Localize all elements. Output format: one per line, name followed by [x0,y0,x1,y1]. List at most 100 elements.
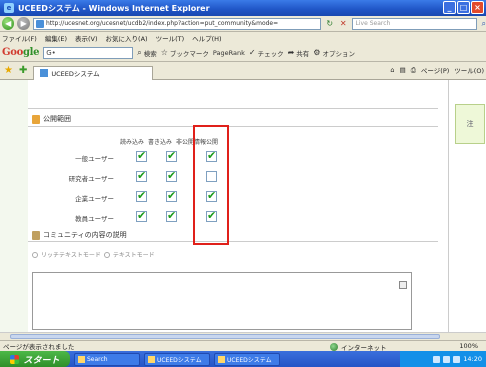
google-share-button[interactable]: ➦ 共有 [288,48,310,58]
minimize-button[interactable]: _ [443,1,456,14]
taskbar-item-label: Search [87,355,108,363]
google-bookmark-button[interactable]: ☆ ブックマーク [161,48,209,58]
window-titlebar: e UCEEDシステム - Windows Internet Explorer … [0,0,486,16]
google-options-button[interactable]: ⚙ オプション [313,48,355,58]
feed-icon[interactable]: ▤ [400,66,406,74]
menu-file[interactable]: ファイル(F) [2,33,37,43]
taskbar: スタート Search UCEEDシステム UCEEDシステム 14:20 [0,351,486,367]
menu-tools[interactable]: ツール(T) [156,33,185,43]
status-text: ページが表示されました [3,343,75,351]
tab-label: UCEEDシステム [51,70,100,78]
page-icon [40,69,49,77]
horizontal-scrollbar[interactable] [0,332,486,340]
page-menu[interactable]: ページ(P) [421,65,449,75]
google-search-input[interactable]: G• [43,46,134,59]
scrollbar-thumb[interactable] [10,334,440,339]
tray-icon[interactable] [443,355,451,363]
app-icon [78,355,85,363]
search-icon[interactable]: ⌕ [482,19,486,29]
taskbar-item-label: UCEEDシステム [157,356,202,364]
taskbar-item-uceed-1[interactable]: UCEEDシステム [144,352,210,366]
right-side-tab[interactable]: 注 [455,104,485,144]
community-title: コミュニティの内容の説明 [43,231,127,239]
row-label-general: 一般ユーザー [75,155,114,163]
ie-icon [218,355,225,363]
favorites-star-icon[interactable]: ★ [4,65,13,76]
checkbox-general-write[interactable] [166,149,177,162]
tray-icon[interactable] [453,355,461,363]
forward-button[interactable]: ▶ [17,17,30,30]
form-area: 公開範囲 読み込み 書き込み 非公開 情報公開 一般ユーザー 研究者ユーザー 企… [28,80,448,332]
taskbar-item-uceed-2[interactable]: UCEEDシステム [214,352,280,366]
command-bar: ⌂ ▤ ⎙ ページ(P) ツール(O) [390,65,484,76]
google-search-label: 検索 [143,49,157,58]
menu-view[interactable]: 表示(V) [75,33,98,43]
zoom-level[interactable]: 100% [459,342,478,350]
checkbox-company-read[interactable] [136,189,147,202]
refresh-icon[interactable]: ↻ [324,18,335,29]
row-label-company: 企業ユーザー [75,195,114,203]
maximize-button[interactable]: □ [457,1,470,14]
right-panel: 注 [448,80,486,332]
divider [28,108,438,109]
checkbox-teacher-write[interactable] [166,209,177,222]
back-button[interactable]: ◀ [2,17,15,30]
community-description-header: コミュニティの内容の説明 [32,230,127,240]
checkbox-general-read[interactable] [136,149,147,162]
col-header-write: 書き込み [148,139,173,146]
stop-icon[interactable]: ✕ [338,18,349,29]
checkbox-researcher-write[interactable] [166,169,177,182]
address-toolbar: ◀ ▶ http://ucesnet.org/ucesnet/ucdb2/ind… [0,16,486,32]
google-options-label: オプション [322,49,355,58]
menu-edit[interactable]: 編集(E) [45,33,67,43]
google-check-label: チェック [257,49,284,58]
tab-uceed[interactable]: UCEEDシステム [33,65,154,80]
google-pagerank-label: PageRank [212,48,245,57]
plain-text-label[interactable]: テキストモード [113,250,155,259]
plain-text-radio[interactable] [103,251,110,258]
menu-help[interactable]: ヘルプ(H) [192,33,221,43]
row-label-teacher: 教員ユーザー [75,215,114,223]
live-search-input[interactable]: Live Search [351,17,477,30]
resize-handle[interactable] [399,281,407,289]
address-url: http://ucesnet.org/ucesnet/ucdb2/index.p… [45,19,279,27]
close-button[interactable]: × [471,1,484,14]
checkbox-researcher-read[interactable] [136,169,147,182]
lock-icon [32,114,40,124]
google-pagerank[interactable]: PageRank [213,49,245,57]
add-favorite-icon[interactable]: ✚ [19,65,27,76]
google-bookmark-label: ブックマーク [169,49,209,58]
left-margin [0,80,28,332]
taskbar-item-search[interactable]: Search [74,352,140,366]
search-icon: ⌕ [137,47,142,57]
window-controls: _ □ × [443,1,484,14]
rich-text-label[interactable]: リッチテキストモード [41,250,101,259]
menu-bar: ファイル(F) 編集(E) 表示(V) お気に入り(A) ツール(T) ヘルプ(… [0,32,486,44]
start-label: スタート [23,355,60,366]
divider [28,241,438,242]
page-content: 公開範囲 読み込み 書き込み 非公開 情報公開 一般ユーザー 研究者ユーザー 企… [0,80,486,332]
google-logo-part2: gle [22,47,40,58]
google-logo-part1: Goo [2,47,23,58]
document-icon [32,230,40,240]
page-icon [35,19,44,28]
rich-text-radio[interactable] [32,251,38,258]
google-share-label: 共有 [296,49,310,58]
window-title: UCEEDシステム - Windows Internet Explorer [18,3,210,13]
home-icon[interactable]: ⌂ [390,66,394,74]
row-label-researcher: 研究者ユーザー [68,175,114,183]
tray-icon[interactable] [433,355,441,363]
tools-menu[interactable]: ツール(O) [454,65,484,75]
description-textarea[interactable] [32,272,412,330]
menu-favorites[interactable]: お気に入り(A) [106,33,148,43]
address-input[interactable]: http://ucesnet.org/ucesnet/ucdb2/index.p… [32,17,322,30]
google-check-button[interactable]: ✓ チェック [249,48,284,58]
google-search-button[interactable]: ⌕ 検索 [137,48,156,58]
taskbar-item-label: UCEEDシステム [227,356,272,364]
checkbox-company-write[interactable] [166,189,177,202]
globe-icon [330,343,338,351]
visibility-section-header: 公開範囲 [32,114,71,124]
print-icon[interactable]: ⎙ [411,66,416,75]
checkbox-teacher-read[interactable] [136,209,147,222]
start-button[interactable]: スタート [0,351,70,367]
